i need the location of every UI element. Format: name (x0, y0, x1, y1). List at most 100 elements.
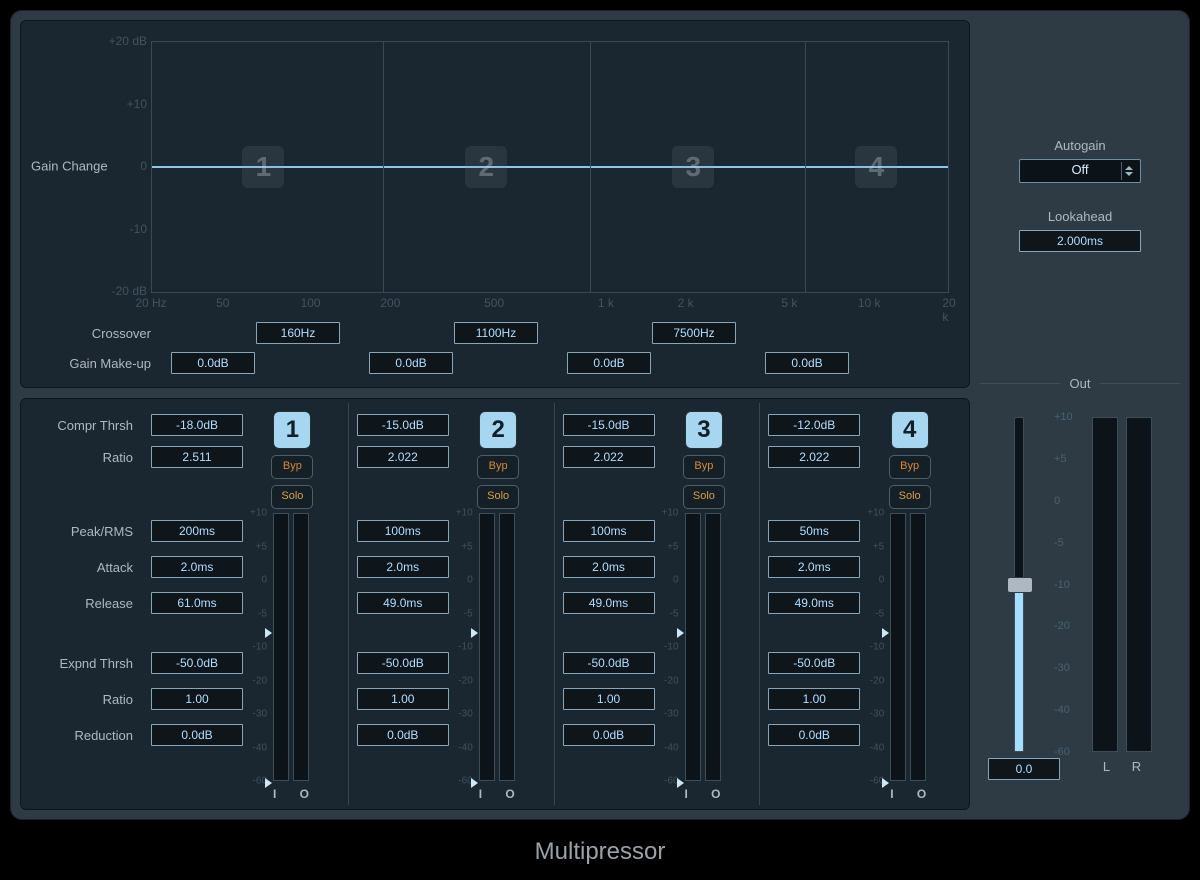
expnd-thrsh-value-1[interactable]: -50.0dB (151, 652, 243, 674)
compr-thrsh-value-4[interactable]: -12.0dB (768, 414, 860, 436)
ratio-value-3[interactable]: 1.00 (563, 688, 655, 710)
ratio-value-4[interactable]: 1.00 (768, 688, 860, 710)
band-toggle-2[interactable]: 2 (479, 411, 517, 449)
output-scale: +10+50-5-10-20-30-40-60 (1054, 417, 1088, 752)
output-l-label: L (1103, 759, 1110, 774)
input-meter-3 (685, 513, 701, 781)
band-toggle-4[interactable]: 4 (891, 411, 929, 449)
compr-thrsh-value-1[interactable]: -18.0dB (151, 414, 243, 436)
label-release: Release (85, 596, 133, 611)
solo-button-3[interactable]: Solo (683, 485, 725, 509)
label-attack: Attack (97, 560, 133, 575)
band-toggle-1[interactable]: 1 (273, 411, 311, 449)
label-reduction: Reduction (74, 728, 133, 743)
crossover-2[interactable]: 1100Hz (454, 322, 538, 344)
release-value-2[interactable]: 49.0ms (357, 592, 449, 614)
release-value-4[interactable]: 49.0ms (768, 592, 860, 614)
ratio-value-3[interactable]: 2.022 (563, 446, 655, 468)
bypass-button-2[interactable]: Byp (477, 455, 519, 479)
solo-button-1[interactable]: Solo (271, 485, 313, 509)
band-param-labels: Compr Thrsh Ratio Peak/RMS Attack Releas… (25, 403, 143, 805)
peak-rms-value-3[interactable]: 100ms (563, 520, 655, 542)
ratio-value-2[interactable]: 1.00 (357, 688, 449, 710)
ratio-value-1[interactable]: 1.00 (151, 688, 243, 710)
bypass-button-1[interactable]: Byp (271, 455, 313, 479)
chevron-updown-icon (1121, 162, 1136, 180)
threshold-marker-icon[interactable] (882, 778, 889, 788)
threshold-marker-icon[interactable] (265, 628, 272, 638)
input-meter-2 (479, 513, 495, 781)
release-value-1[interactable]: 61.0ms (151, 592, 243, 614)
gain-makeup-label: Gain Make-up (31, 356, 157, 371)
output-meter-1 (293, 513, 309, 781)
threshold-marker-icon[interactable] (882, 628, 889, 638)
label-ratio: Ratio (103, 450, 133, 465)
lookahead-value[interactable]: 2.000ms (1019, 230, 1141, 252)
gain-makeup-2[interactable]: 0.0dB (369, 352, 453, 374)
output-gain-value[interactable]: 0.0 (988, 758, 1060, 780)
band-toggle-3[interactable]: 3 (685, 411, 723, 449)
gain-graph[interactable]: Gain Change +20 dB+100-10-20 dB 1234 20 … (20, 20, 970, 388)
label-ratio-2: Ratio (103, 692, 133, 707)
label-peak-rms: Peak/RMS (71, 524, 133, 539)
crossover-1[interactable]: 160Hz (256, 322, 340, 344)
threshold-marker-icon[interactable] (265, 778, 272, 788)
label-compr-thrsh: Compr Thrsh (57, 418, 133, 433)
gain-makeup-row: Gain Make-up 0.0dB 0.0dB 0.0dB 0.0dB (31, 349, 949, 377)
peak-rms-value-4[interactable]: 50ms (768, 520, 860, 542)
output-gain-slider[interactable] (1014, 417, 1024, 752)
threshold-marker-icon[interactable] (471, 628, 478, 638)
output-meter-l (1092, 417, 1118, 752)
x-ticks: 20 Hz501002005001 k2 k5 k10 k20 k (151, 41, 949, 291)
threshold-marker-icon[interactable] (471, 778, 478, 788)
bypass-button-4[interactable]: Byp (889, 455, 931, 479)
band-1: -18.0dB 2.511 200ms 2.0ms 61.0ms -50.0dB 1.00 0… (143, 403, 348, 805)
output-meter-4 (910, 513, 926, 781)
ratio-value-4[interactable]: 2.022 (768, 446, 860, 468)
expnd-thrsh-value-4[interactable]: -50.0dB (768, 652, 860, 674)
solo-button-4[interactable]: Solo (889, 485, 931, 509)
compr-thrsh-value-2[interactable]: -15.0dB (357, 414, 449, 436)
slider-thumb[interactable] (1007, 577, 1033, 593)
ratio-value-2[interactable]: 2.022 (357, 446, 449, 468)
global-controls: Autogain Off Lookahead 2.000ms (980, 20, 1180, 370)
output-meter-r (1126, 417, 1152, 752)
y-ticks: +20 dB+100-10-20 dB (99, 41, 147, 291)
gain-makeup-3[interactable]: 0.0dB (567, 352, 651, 374)
expnd-thrsh-value-2[interactable]: -50.0dB (357, 652, 449, 674)
plugin-caption: Multipressor (0, 838, 1200, 866)
compr-thrsh-value-3[interactable]: -15.0dB (563, 414, 655, 436)
bypass-button-3[interactable]: Byp (683, 455, 725, 479)
out-header: Out (980, 376, 1180, 391)
solo-button-2[interactable]: Solo (477, 485, 519, 509)
attack-value-1[interactable]: 2.0ms (151, 556, 243, 578)
band-3: -15.0dB 2.022 100ms 2.0ms 49.0ms -50.0dB 1.00 0… (554, 403, 760, 805)
peak-rms-value-2[interactable]: 100ms (357, 520, 449, 542)
output-meter-3 (705, 513, 721, 781)
attack-value-2[interactable]: 2.0ms (357, 556, 449, 578)
autogain-label: Autogain (1054, 138, 1105, 153)
gain-makeup-1[interactable]: 0.0dB (171, 352, 255, 374)
peak-rms-value-1[interactable]: 200ms (151, 520, 243, 542)
threshold-marker-icon[interactable] (677, 628, 684, 638)
autogain-select[interactable]: Off (1019, 159, 1141, 183)
attack-value-4[interactable]: 2.0ms (768, 556, 860, 578)
band-2: -15.0dB 2.022 100ms 2.0ms 49.0ms -50.0dB 1.00 0… (348, 403, 554, 805)
reduction-value-1[interactable]: 0.0dB (151, 724, 243, 746)
threshold-marker-icon[interactable] (677, 778, 684, 788)
band-4: -12.0dB 2.022 50ms 2.0ms 49.0ms -50.0dB 1.00 0.… (759, 403, 965, 805)
crossover-label: Crossover (31, 326, 157, 341)
gain-makeup-4[interactable]: 0.0dB (765, 352, 849, 374)
ratio-value-1[interactable]: 2.511 (151, 446, 243, 468)
attack-value-3[interactable]: 2.0ms (563, 556, 655, 578)
release-value-3[interactable]: 49.0ms (563, 592, 655, 614)
crossover-3[interactable]: 7500Hz (652, 322, 736, 344)
input-meter-1 (273, 513, 289, 781)
label-expnd-thrsh: Expnd Thrsh (60, 656, 133, 671)
expnd-thrsh-value-3[interactable]: -50.0dB (563, 652, 655, 674)
reduction-value-4[interactable]: 0.0dB (768, 724, 860, 746)
y-axis-label: Gain Change (31, 159, 108, 174)
crossover-row: Crossover 160Hz 1100Hz 7500Hz (31, 319, 949, 347)
reduction-value-2[interactable]: 0.0dB (357, 724, 449, 746)
reduction-value-3[interactable]: 0.0dB (563, 724, 655, 746)
